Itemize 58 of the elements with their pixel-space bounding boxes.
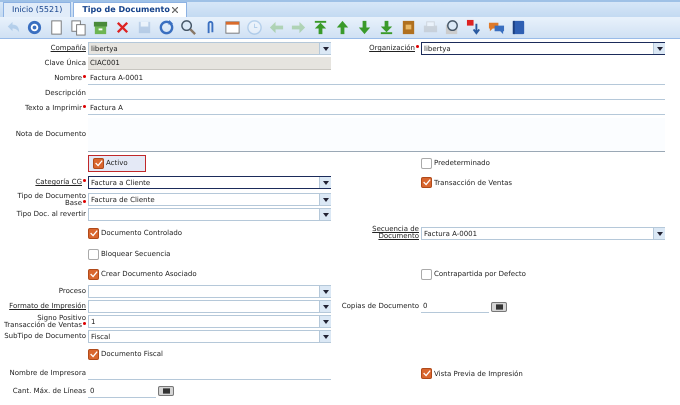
dropdown-field[interactable] (88, 208, 331, 221)
caret-icon[interactable] (322, 305, 328, 309)
copy-button[interactable] (69, 18, 88, 37)
arrow-up-icon (334, 19, 351, 36)
arrow-left-icon (268, 19, 285, 36)
dropdown-field[interactable] (88, 285, 331, 298)
help-button[interactable] (25, 18, 44, 37)
arrow-top-icon (312, 19, 329, 36)
arrow-right-icon (290, 19, 307, 36)
calculator-button[interactable] (491, 302, 507, 312)
checkbox[interactable] (88, 248, 99, 260)
window-icon (224, 19, 241, 36)
caret-icon[interactable] (656, 232, 662, 236)
search-icon (180, 19, 197, 36)
zoom-icon (444, 19, 461, 36)
checkbox[interactable] (421, 268, 432, 280)
arrow-down-icon (356, 19, 373, 36)
save-icon (136, 19, 153, 36)
caret-icon[interactable] (322, 198, 328, 202)
checkbox[interactable] (88, 228, 99, 238)
required-marker (83, 75, 86, 78)
archive-icon (92, 19, 109, 36)
dropdown-field[interactable] (88, 300, 331, 313)
search-button[interactable] (179, 18, 198, 37)
caret-icon[interactable] (322, 181, 328, 185)
required-marker (83, 322, 86, 324)
required-marker (416, 45, 419, 48)
calculator-icon (496, 304, 502, 310)
report-icon (400, 19, 417, 36)
caret-icon[interactable] (322, 47, 328, 51)
checkbox[interactable] (421, 368, 432, 379)
tab[interactable]: Tipo de Documento (73, 2, 187, 17)
book-icon (510, 19, 527, 36)
workflow-icon (466, 19, 483, 36)
required-marker (83, 105, 86, 108)
arrow-bottom-icon (378, 19, 395, 36)
calculator-button[interactable] (158, 386, 174, 396)
required-marker (83, 179, 86, 182)
checkbox[interactable] (421, 177, 432, 188)
clock-icon (246, 19, 263, 36)
checkbox[interactable] (88, 268, 99, 280)
caret-icon[interactable] (322, 335, 328, 339)
checkbox[interactable] (421, 158, 432, 168)
tab[interactable]: Inicio (5521) (3, 2, 72, 17)
caret-icon[interactable] (322, 213, 328, 217)
caret-icon[interactable] (322, 320, 328, 324)
refresh-icon (158, 19, 175, 36)
caret-icon[interactable] (322, 290, 328, 294)
checkbox[interactable] (93, 158, 104, 168)
caret-icon[interactable] (656, 47, 662, 51)
refresh-button[interactable] (157, 18, 176, 37)
copy-icon (70, 19, 87, 36)
checkbox[interactable] (88, 348, 99, 360)
help-icon (26, 19, 43, 36)
close-icon[interactable] (172, 6, 178, 13)
required-marker (83, 200, 86, 202)
calculator-icon (162, 388, 170, 394)
delete-icon (114, 19, 131, 36)
